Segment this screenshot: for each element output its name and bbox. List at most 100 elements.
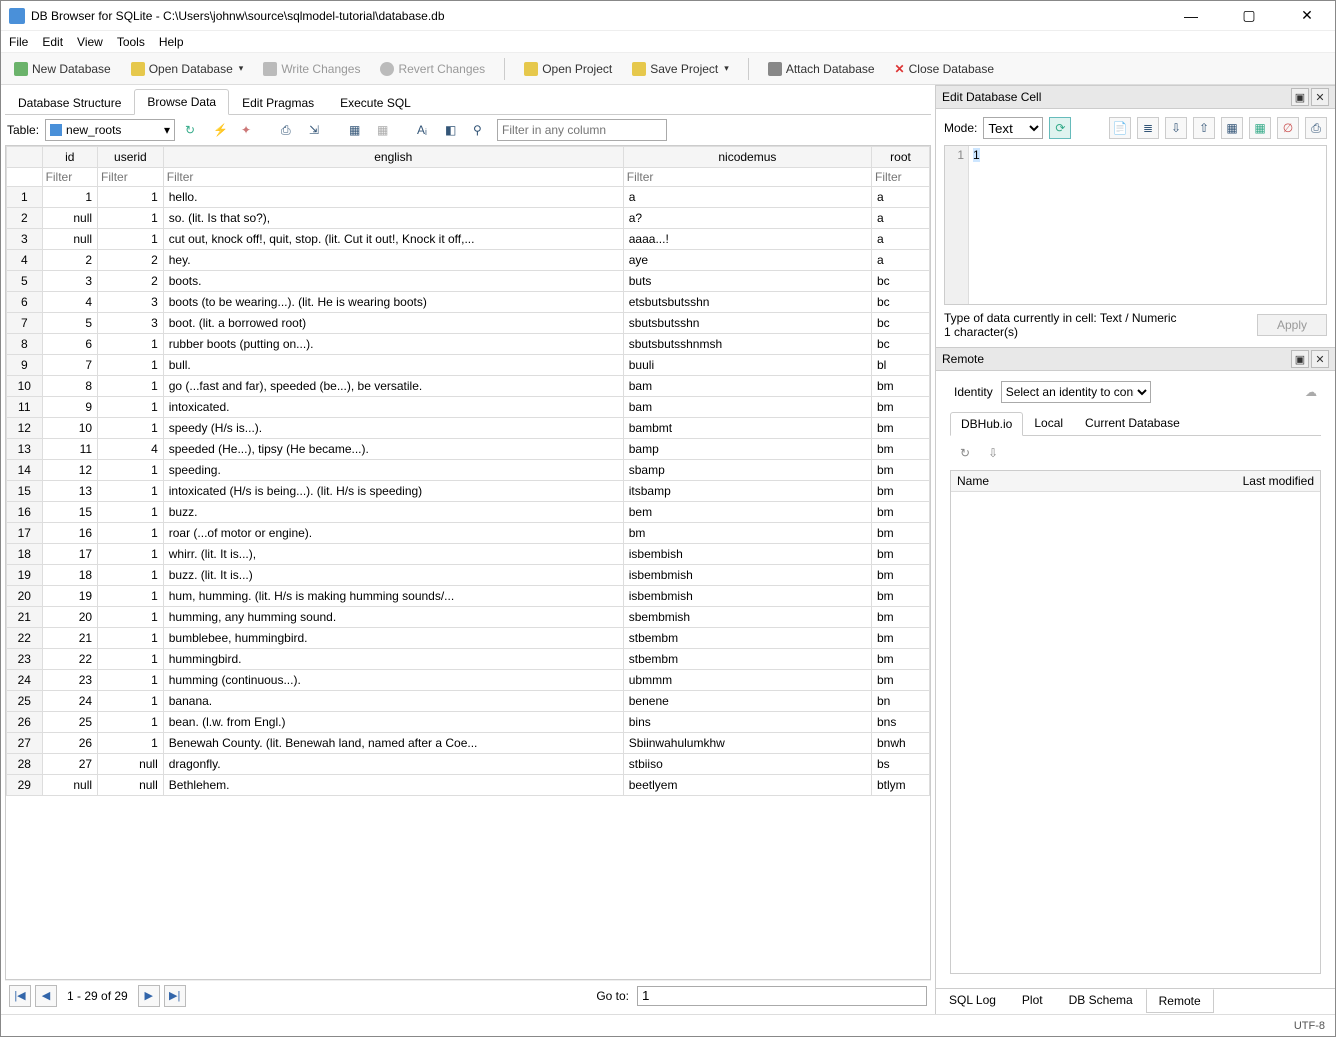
cell-id[interactable]: 12 [42,460,97,481]
table-row[interactable]: 15131intoxicated (H/s is being...). (lit… [7,481,930,502]
table-row[interactable]: 532boots.butsbc [7,271,930,292]
cell-root[interactable]: bm [872,376,930,397]
cell-english[interactable]: whirr. (lit. It is...), [163,544,623,565]
row-number[interactable]: 6 [7,292,43,313]
row-number[interactable]: 24 [7,670,43,691]
col-root[interactable]: root [872,147,930,168]
remote-tab-current[interactable]: Current Database [1074,411,1191,435]
tool-c-button[interactable]: ⚲ [469,119,491,141]
table-row[interactable]: 23221hummingbird.stbembmbm [7,649,930,670]
table-row[interactable]: 13114speeded (He...), tipsy (He became..… [7,439,930,460]
cell-english[interactable]: intoxicated. [163,397,623,418]
col-english[interactable]: english [163,147,623,168]
table-row[interactable]: 17161roar (...of motor or engine).bmbm [7,523,930,544]
cell-id[interactable]: null [42,208,97,229]
cell-nicodemus[interactable]: bem [623,502,871,523]
toolbar-save-project[interactable]: Save Project▾ [625,57,736,81]
menu-help[interactable]: Help [159,35,184,49]
add-record-button[interactable]: ▦ [345,119,367,141]
cell-english[interactable]: hello. [163,187,623,208]
row-number[interactable]: 5 [7,271,43,292]
cell-id[interactable]: 13 [42,481,97,502]
cell-root[interactable]: bm [872,628,930,649]
cell-userid[interactable]: 1 [98,586,164,607]
cell-userid[interactable]: 3 [98,313,164,334]
cell-id[interactable]: 4 [42,292,97,313]
table-row[interactable]: 22211bumblebee, hummingbird.stbembmbm [7,628,930,649]
cell-nicodemus[interactable]: bm [623,523,871,544]
row-number[interactable]: 26 [7,712,43,733]
cell-userid[interactable]: 1 [98,334,164,355]
cell-english[interactable]: humming (continuous...). [163,670,623,691]
minimize-button[interactable]: — [1171,2,1211,30]
row-number[interactable]: 16 [7,502,43,523]
cell-english[interactable]: bull. [163,355,623,376]
menu-edit[interactable]: Edit [42,35,63,49]
row-number[interactable]: 3 [7,229,43,250]
btab-plot[interactable]: Plot [1009,989,1056,1012]
row-number[interactable]: 15 [7,481,43,502]
cell-id[interactable]: 11 [42,439,97,460]
table-row[interactable]: 753boot. (lit. a borrowed root)sbutsbuts… [7,313,930,334]
cell-id[interactable]: 24 [42,691,97,712]
cell-nicodemus[interactable]: aye [623,250,871,271]
cell-id[interactable]: 8 [42,376,97,397]
table-row[interactable]: 1191intoxicated.bambm [7,397,930,418]
cell-nicodemus[interactable]: etsbutsbutsshn [623,292,871,313]
cell-root[interactable]: bc [872,292,930,313]
cell-nicodemus[interactable]: beetlyem [623,775,871,796]
row-number[interactable]: 9 [7,355,43,376]
cell-english[interactable]: go (...fast and far), speeded (be...), b… [163,376,623,397]
cell-nicodemus[interactable]: stbembm [623,649,871,670]
row-number[interactable]: 28 [7,754,43,775]
cell-english[interactable]: Bethlehem. [163,775,623,796]
close-panel-icon[interactable]: ✕ [1311,88,1329,106]
close-button[interactable]: ✕ [1287,2,1327,30]
cell-english[interactable]: intoxicated (H/s is being...). (lit. H/s… [163,481,623,502]
btab-db-schema[interactable]: DB Schema [1056,989,1146,1012]
cell-nicodemus[interactable]: bins [623,712,871,733]
table-row[interactable]: 971bull.buulibl [7,355,930,376]
menu-view[interactable]: View [77,35,103,49]
cell-nicodemus[interactable]: isbembmish [623,586,871,607]
row-number[interactable]: 11 [7,397,43,418]
edit-tool-2[interactable]: ≣ [1137,117,1159,139]
table-row[interactable]: 27261Benewah County. (lit. Benewah land,… [7,733,930,754]
cell-userid[interactable]: 2 [98,271,164,292]
cell-english[interactable]: hummingbird. [163,649,623,670]
cell-id[interactable]: null [42,229,97,250]
toolbar-open-database[interactable]: Open Database▾ [124,57,251,81]
toolbar-attach-database[interactable]: Attach Database [761,57,882,81]
filter-english[interactable] [167,170,620,184]
row-number[interactable]: 29 [7,775,43,796]
row-number[interactable]: 19 [7,565,43,586]
cell-root[interactable]: bm [872,586,930,607]
tab-execute-sql[interactable]: Execute SQL [327,90,424,115]
row-number[interactable]: 10 [7,376,43,397]
cell-userid[interactable]: 1 [98,607,164,628]
identity-select[interactable]: Select an identity to connect [1001,381,1151,403]
next-page-button[interactable]: ▶ [138,985,160,1007]
cell-id[interactable]: 16 [42,523,97,544]
table-row[interactable]: 29nullnullBethlehem.beetlyembtlym [7,775,930,796]
cell-userid[interactable]: 1 [98,544,164,565]
table-row[interactable]: 18171whirr. (lit. It is...),isbembishbm [7,544,930,565]
table-row[interactable]: 861rubber boots (putting on...).sbutsbut… [7,334,930,355]
cloud-icon[interactable]: ☁ [1305,385,1317,399]
table-row[interactable]: 422hey.ayea [7,250,930,271]
cell-english[interactable]: speedy (H/s is...). [163,418,623,439]
cell-root[interactable]: bm [872,649,930,670]
save-filter-button[interactable]: ✦ [237,119,259,141]
cell-userid[interactable]: 1 [98,208,164,229]
cell-userid[interactable]: 1 [98,460,164,481]
refresh-button[interactable]: ↻ [181,119,203,141]
cell-nicodemus[interactable]: a [623,187,871,208]
row-number[interactable]: 14 [7,460,43,481]
cell-userid[interactable]: 1 [98,418,164,439]
cell-userid[interactable]: 1 [98,628,164,649]
tab-browse-data[interactable]: Browse Data [134,89,229,115]
table-row[interactable]: 19181buzz. (lit. It is...)isbembmishbm [7,565,930,586]
cell-english[interactable]: boots. [163,271,623,292]
cell-english[interactable]: boots (to be wearing...). (lit. He is we… [163,292,623,313]
goto-input[interactable] [637,986,927,1006]
